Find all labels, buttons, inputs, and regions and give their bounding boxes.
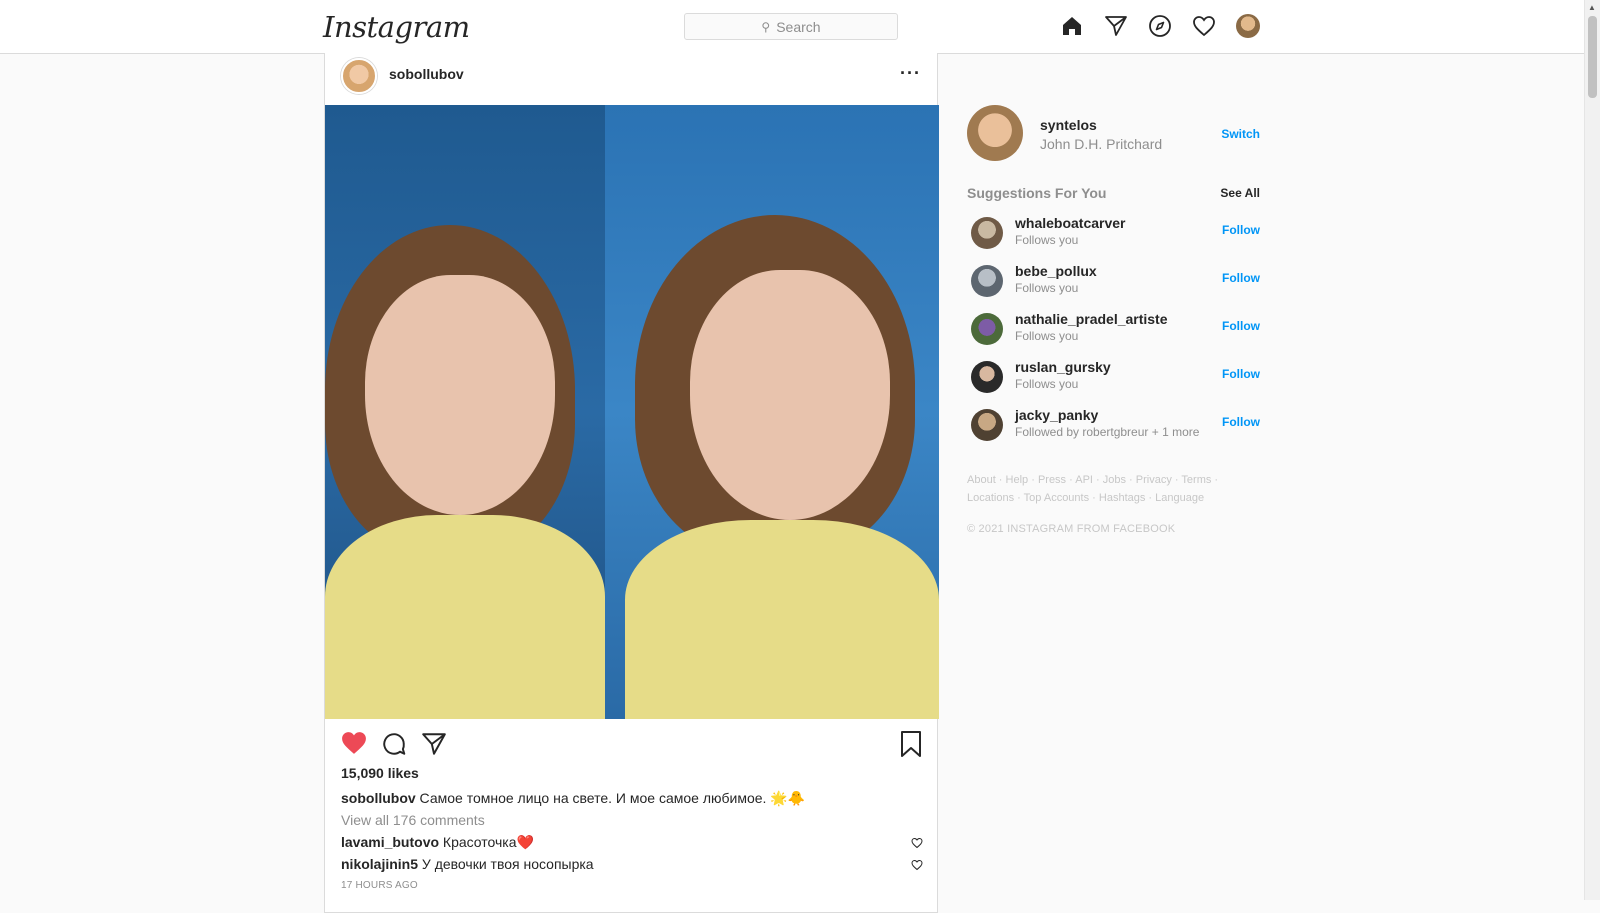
top-navigation: Instagram ⚲ Search	[0, 0, 1585, 54]
suggestion-username[interactable]: nathalie_pradel_artiste	[1015, 311, 1168, 327]
current-user-card: syntelos John D.H. Pritchard Switch	[967, 105, 1260, 161]
suggestions-title: Suggestions For You	[967, 185, 1107, 201]
footer-link-language[interactable]: Language	[1155, 492, 1204, 504]
photo-face	[690, 270, 890, 520]
suggestions-list: whaleboatcarver Follows you Follow bebe_…	[967, 209, 1260, 449]
avatar[interactable]	[971, 409, 1003, 441]
suggestion-username[interactable]: whaleboatcarver	[1015, 215, 1126, 231]
follow-button[interactable]: Follow	[1222, 415, 1260, 429]
post-caption: sobollubov Самое томное лицо на свете. И…	[341, 790, 805, 807]
comment-like-heart-icon[interactable]	[911, 858, 923, 874]
search-placeholder: Search	[776, 18, 821, 35]
search-icon: ⚲	[761, 19, 771, 34]
follow-button[interactable]: Follow	[1222, 271, 1260, 285]
more-options-icon[interactable]: ···	[900, 63, 921, 84]
suggestion-subtitle: Followed by robertgbreur + 1 more	[1015, 425, 1200, 439]
footer-link-terms[interactable]: Terms	[1181, 474, 1211, 486]
suggestion-item: jacky_panky Followed by robertgbreur + 1…	[967, 401, 1260, 449]
activity-heart-icon[interactable]	[1192, 14, 1216, 38]
avatar[interactable]	[971, 217, 1003, 249]
scrollbar-thumb[interactable]	[1588, 16, 1597, 98]
current-full-name: John D.H. Pritchard	[1040, 136, 1163, 152]
footer-link-help[interactable]: Help	[1006, 474, 1029, 486]
post-header: sobollubov ···	[325, 53, 937, 105]
footer-link-privacy[interactable]: Privacy	[1136, 474, 1172, 486]
like-heart-icon[interactable]	[341, 731, 367, 760]
suggestion-subtitle: Follows you	[1015, 281, 1079, 295]
suggestion-subtitle: Follows you	[1015, 329, 1079, 343]
post-username[interactable]: sobollubov	[389, 66, 464, 82]
sidebar: syntelos John D.H. Pritchard Switch Sugg…	[967, 105, 1260, 535]
post-photo[interactable]	[325, 105, 939, 719]
explore-icon[interactable]	[1148, 14, 1172, 38]
footer-links: About · Help · Press · API · Jobs · Priv…	[967, 474, 1219, 504]
footer-link-about[interactable]: About	[967, 474, 996, 486]
suggestion-subtitle: Follows you	[1015, 377, 1079, 391]
footer-link-api[interactable]: API	[1075, 474, 1093, 486]
footer-link-locations[interactable]: Locations	[967, 492, 1014, 504]
feed-post: sobollubov ··· 15,090 likes sobollubov С…	[324, 53, 939, 913]
comment-username[interactable]: nikolajinin5	[341, 856, 418, 872]
comment-text: У девочки твоя носопырка	[418, 856, 594, 872]
share-icon[interactable]	[421, 731, 447, 762]
switch-account-button[interactable]: Switch	[1221, 127, 1260, 141]
page-scrollbar[interactable]: ▲	[1584, 0, 1600, 900]
follow-button[interactable]: Follow	[1222, 367, 1260, 381]
comment-username[interactable]: lavami_butovo	[341, 834, 439, 850]
search-input[interactable]: ⚲ Search	[684, 13, 898, 40]
view-all-comments-link[interactable]: View all 176 comments	[341, 812, 485, 828]
avatar	[1236, 14, 1260, 38]
likes-count[interactable]: 15,090 likes	[341, 765, 419, 781]
footer-link-jobs[interactable]: Jobs	[1103, 474, 1126, 486]
avatar[interactable]	[971, 265, 1003, 297]
photo-right-panel	[605, 105, 939, 719]
avatar[interactable]	[341, 58, 377, 94]
follow-button[interactable]: Follow	[1222, 223, 1260, 237]
post-actions	[341, 731, 923, 761]
current-username[interactable]: syntelos	[1040, 117, 1097, 133]
footer-link-hashtags[interactable]: Hashtags	[1099, 492, 1145, 504]
suggestion-username[interactable]: ruslan_gursky	[1015, 359, 1111, 375]
see-all-link[interactable]: See All	[1220, 186, 1260, 200]
suggestion-subtitle: Follows you	[1015, 233, 1079, 247]
footer-link-top-accounts[interactable]: Top Accounts	[1024, 492, 1089, 504]
post-timestamp[interactable]: 17 HOURS AGO	[341, 880, 418, 891]
comment-text: Красоточка❤️	[439, 834, 534, 850]
avatar[interactable]	[967, 105, 1023, 161]
suggestion-item: bebe_pollux Follows you Follow	[967, 257, 1260, 305]
save-bookmark-icon[interactable]	[899, 731, 923, 762]
suggestion-username[interactable]: bebe_pollux	[1015, 263, 1097, 279]
scroll-up-arrow-icon[interactable]: ▲	[1588, 3, 1596, 12]
suggestion-username[interactable]: jacky_panky	[1015, 407, 1098, 423]
home-icon[interactable]	[1060, 14, 1084, 38]
caption-username[interactable]: sobollubov	[341, 790, 416, 806]
avatar[interactable]	[971, 361, 1003, 393]
photo-left-panel	[325, 105, 605, 719]
photo-face	[365, 275, 555, 515]
caption-text: Самое томное лицо на свете. И мое самое …	[415, 790, 806, 806]
suggestion-item: whaleboatcarver Follows you Follow	[967, 209, 1260, 257]
footer-link-press[interactable]: Press	[1038, 474, 1066, 486]
suggestions-header: Suggestions For You See All	[967, 183, 1260, 201]
instagram-logo[interactable]: Instagram	[323, 10, 470, 44]
comment-item: nikolajinin5 У девочки твоя носопырка	[341, 856, 923, 872]
photo-dress	[325, 515, 605, 719]
comment-like-heart-icon[interactable]	[911, 836, 923, 852]
comment-icon[interactable]	[381, 731, 407, 762]
copyright: © 2021 INSTAGRAM FROM FACEBOOK	[967, 523, 1176, 535]
photo-dress	[625, 520, 939, 719]
direct-icon[interactable]	[1104, 14, 1128, 38]
suggestion-item: ruslan_gursky Follows you Follow	[967, 353, 1260, 401]
avatar[interactable]	[971, 313, 1003, 345]
profile-avatar[interactable]	[1236, 14, 1260, 38]
suggestion-item: nathalie_pradel_artiste Follows you Foll…	[967, 305, 1260, 353]
comment-item: lavami_butovo Красоточка❤️	[341, 834, 923, 851]
follow-button[interactable]: Follow	[1222, 319, 1260, 333]
nav-icons	[1060, 14, 1260, 38]
